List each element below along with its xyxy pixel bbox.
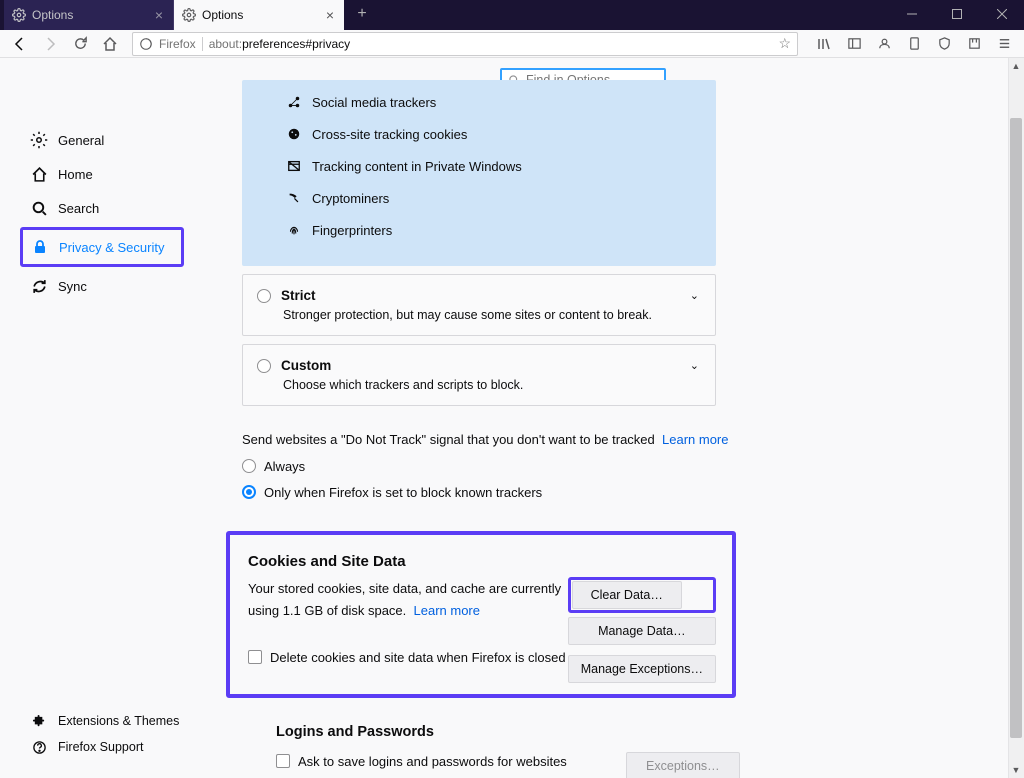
sidebar-item-privacy[interactable]: Privacy & Security <box>23 230 181 264</box>
menu-icon[interactable] <box>990 31 1018 57</box>
dnt-lead: Send websites a "Do Not Track" signal th… <box>242 406 984 453</box>
url-text: about:preferences#privacy <box>209 37 350 51</box>
tracker-fingerprint: Fingerprinters <box>286 214 688 246</box>
forward-button[interactable] <box>36 31 64 57</box>
social-icon <box>286 94 302 110</box>
close-icon[interactable]: × <box>326 7 334 23</box>
identity-label: Firefox <box>159 37 196 51</box>
sidebar-item-general[interactable]: General <box>22 123 190 157</box>
cookies-heading: Cookies and Site Data <box>248 553 716 570</box>
tab-options-1[interactable]: Options × <box>4 0 174 30</box>
manage-data-button[interactable]: Manage Data… <box>568 617 716 645</box>
tab-options-2[interactable]: Options × <box>174 0 344 30</box>
chevron-down-icon[interactable]: ⌄ <box>690 289 699 302</box>
scroll-down-icon[interactable]: ▼ <box>1008 762 1024 778</box>
dnt-only-blocking[interactable]: Only when Firefox is set to block known … <box>242 479 984 505</box>
preferences-sidebar: General Home Search Privacy & Security S… <box>0 58 190 778</box>
url-bar[interactable]: Firefox about:preferences#privacy ☆ <box>132 32 798 56</box>
logins-heading: Logins and Passwords <box>276 724 736 740</box>
checkbox-icon[interactable] <box>276 754 290 768</box>
help-icon <box>30 738 48 756</box>
puzzle-icon <box>30 712 48 730</box>
gear-icon <box>30 131 48 149</box>
manage-exceptions-button[interactable]: Manage Exceptions… <box>568 655 716 683</box>
clear-data-highlight: Clear Data… <box>568 577 716 613</box>
gear-icon <box>12 8 26 22</box>
pickaxe-icon <box>286 190 302 206</box>
search-icon <box>30 199 48 217</box>
sync-icon <box>30 277 48 295</box>
radio-icon[interactable] <box>242 459 256 473</box>
standard-protection-panel: Social media trackers Cross-site trackin… <box>242 80 716 266</box>
clear-data-button[interactable]: Clear Data… <box>572 581 682 609</box>
window-icon <box>286 158 302 174</box>
library-icon[interactable] <box>810 31 838 57</box>
tracker-cookies: Cross-site tracking cookies <box>286 118 688 150</box>
checkbox-icon[interactable] <box>248 650 262 664</box>
close-window-button[interactable] <box>979 0 1024 28</box>
new-tab-button[interactable]: + <box>348 0 376 28</box>
scroll-up-icon[interactable]: ▲ <box>1008 58 1024 74</box>
sidebar-item-home[interactable]: Home <box>22 157 190 191</box>
sidebar-icon[interactable] <box>840 31 868 57</box>
custom-option[interactable]: Custom Choose which trackers and scripts… <box>242 344 716 406</box>
home-button[interactable] <box>96 31 124 57</box>
sidebar-item-extensions[interactable]: Extensions & Themes <box>22 708 179 734</box>
radio-icon[interactable] <box>257 289 271 303</box>
maximize-button[interactable] <box>934 0 979 28</box>
cookies-description: Your stored cookies, site data, and cach… <box>248 578 578 622</box>
preferences-page: General Home Search Privacy & Security S… <box>0 58 1024 778</box>
radio-icon[interactable] <box>257 359 271 373</box>
protections-icon[interactable] <box>900 31 928 57</box>
learn-more-link[interactable]: Learn more <box>662 432 728 447</box>
scrollbar[interactable]: ▲ ▼ <box>1008 58 1024 778</box>
tab-label: Options <box>202 8 243 22</box>
close-icon[interactable]: × <box>155 7 163 23</box>
lock-icon <box>31 238 49 256</box>
logins-section: Logins and Passwords Ask to save logins … <box>276 724 736 778</box>
chevron-down-icon[interactable]: ⌄ <box>690 359 699 372</box>
reload-button[interactable] <box>66 31 94 57</box>
shield-icon[interactable] <box>930 31 958 57</box>
back-button[interactable] <box>6 31 34 57</box>
tracker-social: Social media trackers <box>286 86 688 118</box>
minimize-button[interactable] <box>889 0 934 28</box>
nav-toolbar: Firefox about:preferences#privacy ☆ <box>0 30 1024 58</box>
window-controls <box>889 0 1024 28</box>
learn-more-link[interactable]: Learn more <box>414 603 480 618</box>
tracker-content: Tracking content in Private Windows <box>286 150 688 182</box>
home-icon <box>30 165 48 183</box>
main-pane: Social media trackers Cross-site trackin… <box>190 58 1024 778</box>
exceptions-button[interactable]: Exceptions… <box>626 752 740 778</box>
gear-icon <box>182 8 196 22</box>
cookies-section-highlight: Cookies and Site Data Your stored cookie… <box>226 531 736 698</box>
bookmark-star-icon[interactable]: ☆ <box>778 35 791 52</box>
titlebar: Options × Options × + <box>0 0 1024 30</box>
tab-strip: Options × Options × + <box>0 0 376 30</box>
tab-label: Options <box>32 8 73 22</box>
sidebar-item-search[interactable]: Search <box>22 191 190 225</box>
account-icon[interactable] <box>870 31 898 57</box>
fingerprint-icon <box>286 222 302 238</box>
tracker-crypto: Cryptominers <box>286 182 688 214</box>
firefox-icon <box>139 37 153 51</box>
cookie-icon <box>286 126 302 142</box>
sidebar-item-sync[interactable]: Sync <box>22 269 190 303</box>
save-icon[interactable] <box>960 31 988 57</box>
dnt-always[interactable]: Always <box>242 453 984 479</box>
strict-option[interactable]: Strict Stronger protection, but may caus… <box>242 274 716 336</box>
sidebar-item-support[interactable]: Firefox Support <box>22 734 179 760</box>
scrollbar-thumb[interactable] <box>1010 118 1022 738</box>
radio-icon[interactable] <box>242 485 256 499</box>
